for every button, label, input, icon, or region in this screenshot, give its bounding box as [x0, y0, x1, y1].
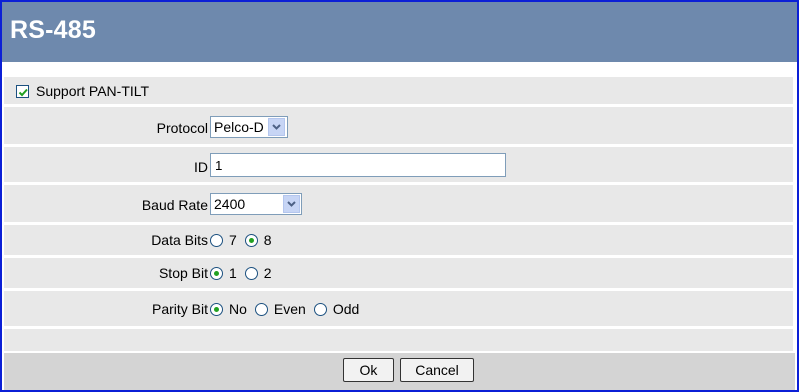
- button-bar: Ok Cancel: [4, 353, 795, 390]
- parity-no-radio[interactable]: [210, 302, 223, 316]
- page-title: RS-485: [10, 16, 96, 44]
- data-bits-row: Data Bits 7 8: [4, 225, 793, 258]
- stop-bit-1-label: 1: [229, 265, 237, 281]
- stop-bit-control: 1 2: [210, 261, 280, 285]
- chevron-down-icon: [287, 201, 296, 207]
- protocol-select[interactable]: Pelco-D: [210, 116, 288, 138]
- data-bits-control: 7 8: [210, 228, 280, 252]
- data-bits-7-label: 7: [229, 232, 237, 248]
- stop-bit-2-radio[interactable]: [244, 266, 258, 280]
- baud-rate-row: Baud Rate 2400: [4, 185, 793, 225]
- baud-rate-label: Baud Rate: [141, 197, 208, 213]
- parity-even-radio[interactable]: [254, 302, 268, 316]
- parity-odd-radio[interactable]: [313, 302, 327, 316]
- id-control: [210, 153, 506, 177]
- parity-no-label: No: [229, 301, 247, 317]
- rs485-panel: RS-485 Support PAN-TILT Protocol Pelco-D: [0, 0, 799, 392]
- protocol-label: Protocol: [156, 120, 208, 136]
- cancel-button[interactable]: Cancel: [400, 358, 474, 382]
- baud-rate-value: 2400: [214, 196, 246, 212]
- protocol-control: Pelco-D: [210, 115, 288, 139]
- protocol-row: Protocol Pelco-D: [4, 107, 793, 147]
- protocol-dropdown-button[interactable]: [267, 118, 285, 136]
- stop-bit-2-label: 2: [263, 265, 272, 281]
- parity-bit-control: No Even Odd: [210, 297, 367, 321]
- baud-rate-control: 2400: [210, 192, 302, 216]
- support-pantilt-label: Support PAN-TILT: [36, 83, 150, 99]
- data-bits-8-radio[interactable]: [244, 233, 258, 247]
- data-bits-8-label: 8: [263, 232, 272, 248]
- stop-bit-1-radio[interactable]: [210, 266, 223, 280]
- parity-bit-label: Parity Bit: [151, 301, 208, 317]
- parity-even-label: Even: [273, 301, 306, 317]
- check-icon: [18, 88, 28, 96]
- stop-bit-label: Stop Bit: [158, 265, 208, 281]
- parity-bit-row: Parity Bit No Even Odd: [4, 291, 793, 329]
- support-pantilt-control: Support PAN-TILT: [16, 79, 149, 103]
- id-input[interactable]: [210, 153, 506, 177]
- baud-rate-dropdown-button[interactable]: [283, 195, 300, 213]
- ok-button[interactable]: Ok: [343, 358, 394, 382]
- baud-rate-select[interactable]: 2400: [210, 193, 302, 215]
- spacer-row: [4, 329, 793, 351]
- stop-bit-row: Stop Bit 1 2: [4, 258, 793, 291]
- data-bits-7-radio[interactable]: [210, 233, 223, 247]
- id-label: ID: [194, 159, 208, 175]
- panel-header: RS-485: [2, 2, 797, 62]
- id-row: ID: [4, 147, 793, 185]
- data-bits-label: Data Bits: [151, 232, 208, 248]
- support-pantilt-row: Support PAN-TILT: [4, 77, 793, 107]
- parity-odd-label: Odd: [332, 301, 360, 317]
- chevron-down-icon: [272, 124, 281, 130]
- support-pantilt-checkbox[interactable]: [16, 84, 29, 98]
- protocol-value: Pelco-D: [214, 119, 264, 135]
